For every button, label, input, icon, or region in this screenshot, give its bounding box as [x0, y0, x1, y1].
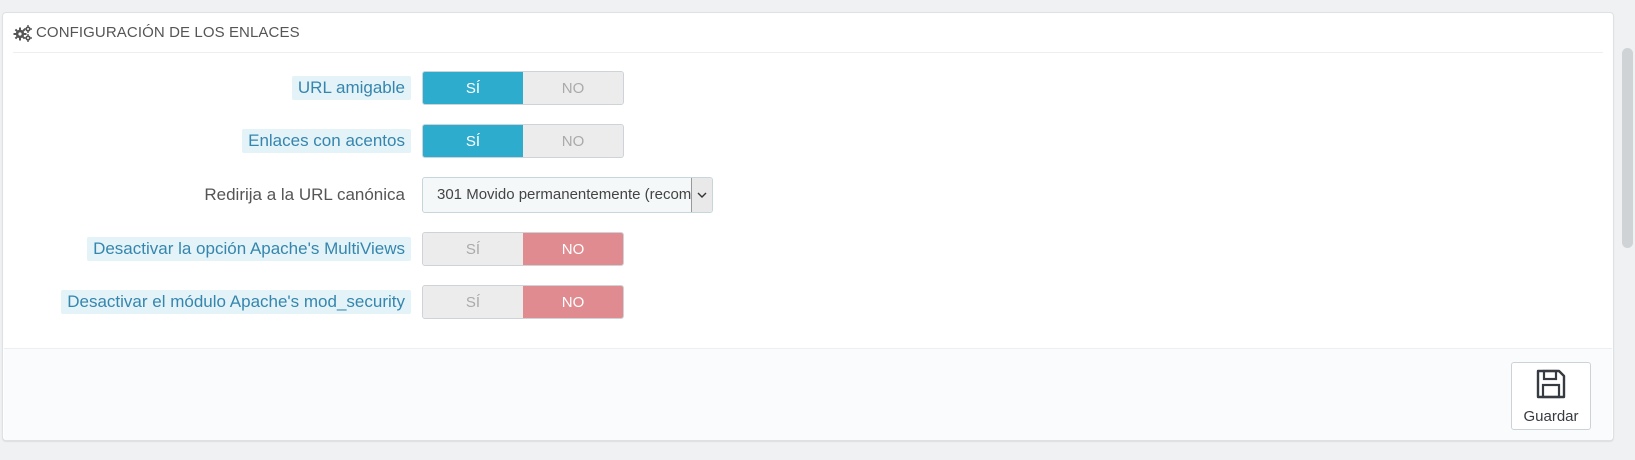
accented-links-no-option[interactable]: NO — [523, 125, 623, 157]
field-label-accented-links[interactable]: Enlaces con acentos — [242, 129, 411, 153]
panel-heading: CONFIGURACIÓN DE LOS ENLACES — [13, 13, 1603, 53]
save-button[interactable]: Guardar — [1511, 362, 1591, 430]
friendly-url-no-option[interactable]: NO — [523, 72, 623, 104]
field-label-friendly-url[interactable]: URL amigable — [291, 76, 411, 100]
floppy-disk-icon — [1535, 368, 1567, 405]
field-label-mod-security[interactable]: Desactivar el módulo Apache's mod_securi… — [61, 290, 411, 314]
field-row-accented-links: Enlaces con acentos SÍ NO — [3, 124, 803, 158]
mod-security-no-option[interactable]: NO — [523, 286, 623, 318]
multiviews-no-option[interactable]: NO — [523, 233, 623, 265]
canonical-redirect-select[interactable]: 301 Movido permanentemente (recomendado) — [422, 177, 713, 213]
multiviews-switch: SÍ NO — [422, 232, 624, 266]
field-label-multiviews[interactable]: Desactivar la opción Apache's MultiViews — [87, 237, 411, 261]
multiviews-yes-option[interactable]: SÍ — [423, 233, 523, 265]
chevron-down-icon[interactable] — [691, 178, 712, 212]
links-config-panel: CONFIGURACIÓN DE LOS ENLACES URL amigabl… — [2, 12, 1614, 441]
accented-links-switch: SÍ NO — [422, 124, 624, 158]
panel-footer — [4, 348, 1612, 440]
save-button-label: Guardar — [1523, 407, 1579, 425]
gears-icon — [13, 24, 33, 42]
mod-security-yes-option[interactable]: SÍ — [423, 286, 523, 318]
accented-links-yes-option[interactable]: SÍ — [423, 125, 523, 157]
page-scrollbar[interactable] — [1620, 0, 1635, 460]
friendly-url-yes-option[interactable]: SÍ — [423, 72, 523, 104]
panel-title: CONFIGURACIÓN DE LOS ENLACES — [36, 24, 300, 41]
field-row-multiviews: Desactivar la opción Apache's MultiViews… — [3, 232, 803, 266]
field-label-canonical-redirect: Redirija a la URL canónica — [204, 185, 405, 204]
scrollbar-thumb[interactable] — [1622, 48, 1633, 248]
friendly-url-switch: SÍ NO — [422, 71, 624, 105]
canonical-redirect-selected-value: 301 Movido permanentemente (recomendado) — [437, 186, 697, 203]
field-row-canonical-redirect: Redirija a la URL canónica 301 Movido pe… — [3, 177, 803, 213]
field-row-mod-security: Desactivar el módulo Apache's mod_securi… — [3, 285, 803, 319]
mod-security-switch: SÍ NO — [422, 285, 624, 319]
field-row-friendly-url: URL amigable SÍ NO — [3, 71, 803, 105]
